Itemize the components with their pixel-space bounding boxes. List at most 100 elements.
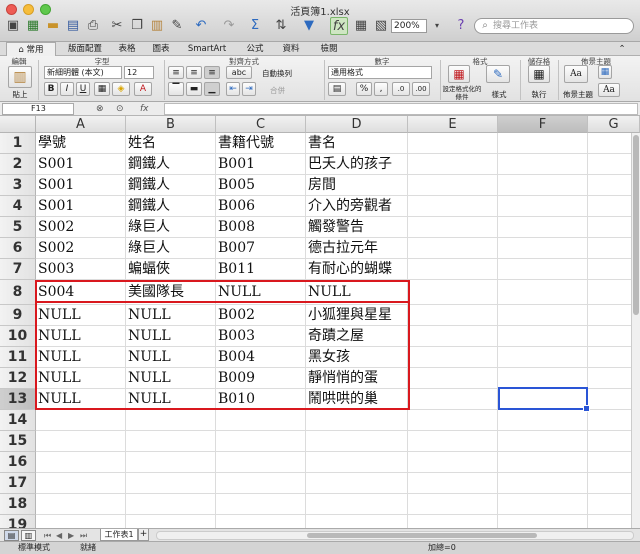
- cell-f16[interactable]: [498, 452, 588, 473]
- cell-b19[interactable]: [126, 515, 216, 528]
- row-header-17[interactable]: 17: [0, 473, 36, 494]
- cell-e9[interactable]: [408, 305, 498, 326]
- bold-button[interactable]: B: [44, 82, 58, 96]
- cell-d19[interactable]: [306, 515, 408, 528]
- formula-builder-icon[interactable]: fx: [330, 17, 348, 35]
- column-header-e[interactable]: E: [408, 116, 498, 133]
- cell-a1[interactable]: 學號: [36, 133, 126, 154]
- decrease-decimal-icon[interactable]: .00: [412, 82, 430, 96]
- cell-d7[interactable]: 有耐心的蝴蝶: [306, 259, 408, 280]
- vertical-scroll-thumb[interactable]: [633, 135, 639, 315]
- cell-d4[interactable]: 介入的旁觀者: [306, 196, 408, 217]
- cell-f18[interactable]: [498, 494, 588, 515]
- row-header-14[interactable]: 14: [0, 410, 36, 431]
- cell-c17[interactable]: [216, 473, 306, 494]
- help-icon[interactable]: ?: [452, 17, 470, 35]
- cell-f4[interactable]: [498, 196, 588, 217]
- cell-b17[interactable]: [126, 473, 216, 494]
- normal-view-icon[interactable]: ▤: [4, 530, 19, 541]
- cell-b6[interactable]: 綠巨人: [126, 238, 216, 259]
- decrease-indent-icon[interactable]: ⇤: [226, 82, 240, 96]
- column-header-g[interactable]: G: [588, 116, 640, 133]
- theme-fonts-button[interactable]: Aa: [598, 83, 620, 97]
- copy-icon[interactable]: ❐: [128, 17, 146, 35]
- redo-icon[interactable]: ↷: [220, 17, 238, 35]
- cell-b7[interactable]: 蝙蝠俠: [126, 259, 216, 280]
- cell-e10[interactable]: [408, 326, 498, 347]
- print-icon[interactable]: ⎙: [84, 17, 102, 35]
- cell-a15[interactable]: [36, 431, 126, 452]
- font-size-select[interactable]: 12: [124, 66, 154, 79]
- tab-charts[interactable]: 圖表: [146, 42, 176, 56]
- cell-e18[interactable]: [408, 494, 498, 515]
- cell-c4[interactable]: B006: [216, 196, 306, 217]
- cell-a14[interactable]: [36, 410, 126, 431]
- align-left-icon[interactable]: ≡: [168, 66, 184, 79]
- conditional-format-label[interactable]: 設定格式化的條件: [442, 85, 482, 101]
- row-header-5[interactable]: 5: [0, 217, 36, 238]
- new-document-icon[interactable]: ▣: [4, 17, 22, 35]
- cell-e14[interactable]: [408, 410, 498, 431]
- accounting-format-icon[interactable]: ▤: [328, 82, 346, 96]
- cell-d18[interactable]: [306, 494, 408, 515]
- cell-f9[interactable]: [498, 305, 588, 326]
- cell-e5[interactable]: [408, 217, 498, 238]
- column-header-a[interactable]: A: [36, 116, 126, 133]
- cell-a5[interactable]: S002: [36, 217, 126, 238]
- column-header-b[interactable]: B: [126, 116, 216, 133]
- cell-c6[interactable]: B007: [216, 238, 306, 259]
- horizontal-scroll-thumb[interactable]: [307, 533, 537, 538]
- row-header-18[interactable]: 18: [0, 494, 36, 515]
- cell-e11[interactable]: [408, 347, 498, 368]
- font-color-icon[interactable]: A: [134, 82, 152, 96]
- cell-a7[interactable]: S003: [36, 259, 126, 280]
- row-header-9[interactable]: 9: [0, 305, 36, 326]
- insert-function-button[interactable]: fx: [140, 103, 149, 115]
- cell-f6[interactable]: [498, 238, 588, 259]
- cell-c18[interactable]: [216, 494, 306, 515]
- cell-e15[interactable]: [408, 431, 498, 452]
- sort-icon[interactable]: ⇅: [272, 17, 290, 35]
- cell-a18[interactable]: [36, 494, 126, 515]
- gallery-icon[interactable]: ▦: [352, 17, 370, 35]
- cells-label[interactable]: 執行: [524, 89, 554, 100]
- cell-d15[interactable]: [306, 431, 408, 452]
- conditional-format-icon[interactable]: ▦: [448, 65, 470, 83]
- cell-b16[interactable]: [126, 452, 216, 473]
- row-header-1[interactable]: 1: [0, 133, 36, 154]
- cell-e4[interactable]: [408, 196, 498, 217]
- add-sheet-button[interactable]: +: [138, 529, 149, 541]
- increase-decimal-icon[interactable]: .0: [392, 82, 410, 96]
- tab-data[interactable]: 資料: [276, 42, 306, 56]
- save-icon[interactable]: ▤: [64, 17, 82, 35]
- align-center-icon[interactable]: ≡: [186, 66, 202, 79]
- page-layout-view-icon[interactable]: ▥: [21, 530, 36, 541]
- increase-indent-icon[interactable]: ⇥: [242, 82, 256, 96]
- next-sheet-icon[interactable]: ▶: [68, 530, 74, 541]
- cell-f5[interactable]: [498, 217, 588, 238]
- row-header-10[interactable]: 10: [0, 326, 36, 347]
- zoom-select[interactable]: 200%: [391, 19, 427, 33]
- tab-tables[interactable]: 表格: [112, 42, 142, 56]
- cell-a3[interactable]: S001: [36, 175, 126, 196]
- row-header-11[interactable]: 11: [0, 347, 36, 368]
- column-header-c[interactable]: C: [216, 116, 306, 133]
- cell-e12[interactable]: [408, 368, 498, 389]
- paste-icon[interactable]: ▥: [148, 17, 166, 35]
- name-box[interactable]: F13: [2, 103, 74, 115]
- spreadsheet-grid[interactable]: ABCDEFG 1 2 3 4 5 6 7 8 9 10 11 12 13 14 15 16 17 18 19 學號…: [0, 116, 640, 528]
- cell-d17[interactable]: [306, 473, 408, 494]
- row-header-13[interactable]: 13: [0, 389, 36, 410]
- cell-b15[interactable]: [126, 431, 216, 452]
- percent-format-icon[interactable]: %: [356, 82, 372, 96]
- cell-a2[interactable]: S001: [36, 154, 126, 175]
- ribbon-collapse-icon[interactable]: ⌃: [612, 42, 632, 56]
- cell-d16[interactable]: [306, 452, 408, 473]
- cell-b1[interactable]: 姓名: [126, 133, 216, 154]
- cell-c16[interactable]: [216, 452, 306, 473]
- active-cell-f13[interactable]: [498, 387, 590, 412]
- tab-review[interactable]: 檢閱: [314, 42, 344, 56]
- template-gallery-icon[interactable]: ▦: [24, 17, 42, 35]
- cell-c1[interactable]: 書籍代號: [216, 133, 306, 154]
- valign-middle-icon[interactable]: ▬: [186, 82, 202, 96]
